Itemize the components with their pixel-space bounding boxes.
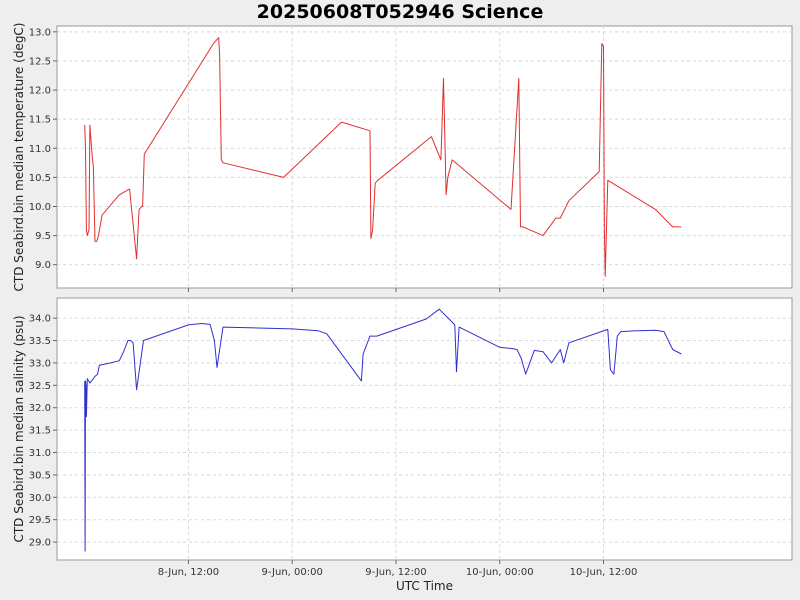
- x-tick-label: 8-Jun, 12:00: [158, 567, 219, 578]
- y-tick-label: 12.0: [29, 86, 51, 97]
- y-axis-label: CTD Seabird.bin median temperature (degC…: [12, 23, 26, 292]
- y-tick-label: 29.0: [29, 538, 51, 549]
- panel-2: 29.0 29.5 30.0 30.5 31.0 31.5 32.0 32.5 33.0 33.5…: [12, 297, 793, 578]
- y-tick-label: 9.5: [35, 231, 51, 242]
- x-tick-label: 9-Jun, 12:00: [365, 567, 426, 578]
- y-tick-label: 13.0: [29, 27, 51, 38]
- y-tick-label: 31.5: [29, 426, 51, 437]
- y-tick-label: 12.5: [29, 56, 51, 67]
- y-tick-label: 33.5: [29, 336, 51, 347]
- y-tick-label: 11.0: [29, 144, 51, 155]
- panel-1: 9.0 9.5 10.0 10.5 11.0 11.5 12.0 12.5 13.0CTD Se…: [12, 23, 793, 292]
- y-tick-label: 34.0: [29, 314, 51, 325]
- y-tick-label: 10.0: [29, 202, 51, 213]
- y-tick-label: 11.5: [29, 115, 51, 126]
- x-tick-label: 10-Jun, 12:00: [570, 567, 638, 578]
- y-tick-label: 30.0: [29, 493, 51, 504]
- y-tick-label: 32.0: [29, 403, 51, 414]
- y-tick-label: 29.5: [29, 515, 51, 526]
- chart-figure: 9.09.510.010.511.011.512.012.513.0CTD Se…: [12, 23, 793, 593]
- plot-area: [56, 297, 793, 561]
- y-tick-label: 9.0: [35, 260, 51, 271]
- y-tick-label: 33.0: [29, 358, 51, 369]
- x-tick-label: 9-Jun, 00:00: [262, 567, 323, 578]
- y-tick-label: 30.5: [29, 470, 51, 481]
- plot-area: [56, 25, 793, 289]
- x-tick-label: 10-Jun, 00:00: [466, 567, 534, 578]
- y-tick-label: 32.5: [29, 381, 51, 392]
- y-tick-label: 10.5: [29, 173, 51, 184]
- x-axis-label: UTC Time: [396, 579, 453, 593]
- y-axis-label: CTD Seabird.bin median salinity (psu): [12, 315, 26, 542]
- y-tick-label: 31.0: [29, 448, 51, 459]
